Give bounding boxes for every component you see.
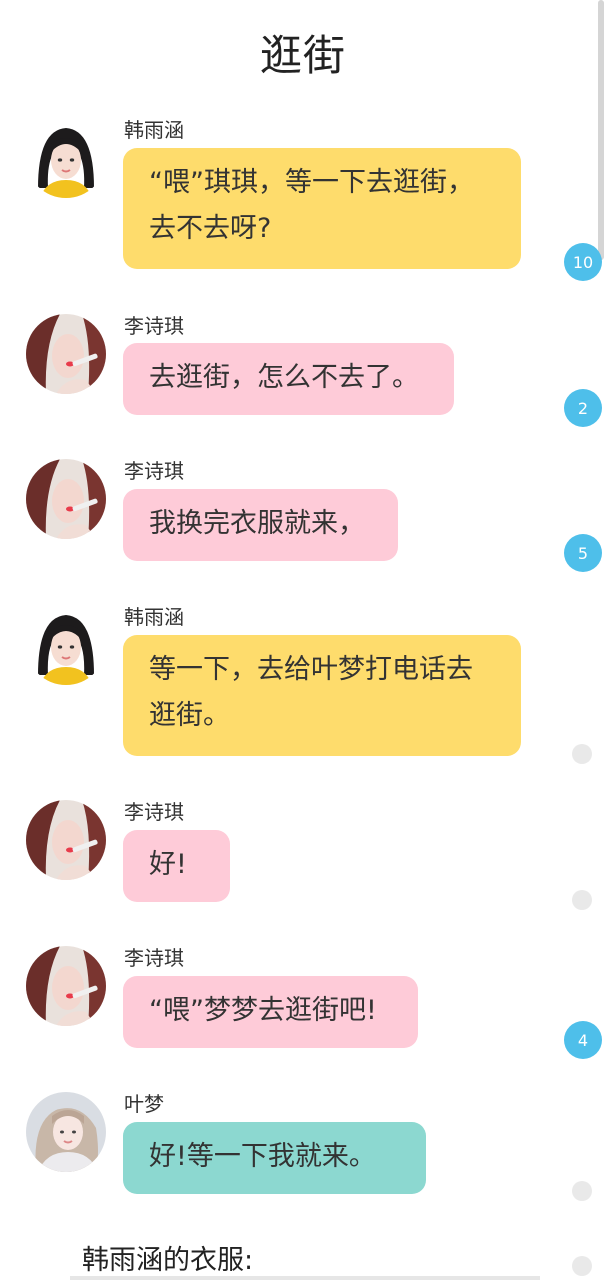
message-bubble[interactable]: “喂”梦梦去逛街吧! [123,976,418,1048]
unread-count-badge[interactable]: 2 [564,389,602,427]
sender-name: 韩雨涵 [124,605,184,629]
page-title: 逛街 [259,31,346,80]
unread-count-badge[interactable]: 5 [564,534,602,572]
message-line: 去逛街，怎么不去了。 [149,362,419,393]
avatar-lishiqi[interactable] [26,314,106,394]
avatar-lishiqi[interactable] [26,946,106,1026]
message-line: 逛街。 [149,700,230,731]
chat-page: 逛街 韩雨涵 “喂”琪琪，等一下去逛街， 去不去呀? 10 李诗琪 去逛街，怎么… [0,0,606,1280]
sender-name: 韩雨涵 [124,118,184,142]
message-bubble[interactable]: 好! [123,830,230,902]
sender-name: 叶梦 [124,1092,164,1116]
message-line: 好! [149,849,187,880]
message-line: “喂”琪琪，等一下去逛街， [149,167,474,198]
divider [70,1276,540,1280]
message-line: 我换完衣服就来， [149,508,365,539]
message-bubble[interactable]: 等一下，去给叶梦打电话去 逛街。 [123,635,521,756]
avatar-lishiqi[interactable] [26,800,106,880]
sender-name: 李诗琪 [124,459,184,483]
unread-dot[interactable] [572,1181,592,1201]
avatar-hanyuhan[interactable] [26,118,106,198]
unread-dot[interactable] [572,744,592,764]
unread-dot[interactable] [572,1256,592,1276]
sender-name: 李诗琪 [124,800,184,824]
message-line: 等一下，去给叶梦打电话去 [149,654,473,685]
message-line: 去不去呀? [149,213,272,244]
scrollbar[interactable] [598,0,604,260]
unread-count-badge[interactable]: 4 [564,1021,602,1059]
unread-count-badge[interactable]: 10 [564,243,602,281]
message-line: “喂”梦梦去逛街吧! [149,995,377,1026]
section-title: 韩雨涵的衣服: [82,1245,254,1276]
avatar-hanyuhan[interactable] [26,605,106,685]
message-bubble[interactable]: 去逛街，怎么不去了。 [123,343,454,415]
sender-name: 李诗琪 [124,946,184,970]
avatar-yemeng[interactable] [26,1092,106,1172]
message-bubble[interactable]: “喂”琪琪，等一下去逛街， 去不去呀? [123,148,521,269]
message-line: 好!等一下我就来。 [149,1141,376,1172]
message-bubble[interactable]: 我换完衣服就来， [123,489,398,561]
sender-name: 李诗琪 [124,314,184,338]
message-bubble[interactable]: 好!等一下我就来。 [123,1122,426,1194]
unread-dot[interactable] [572,890,592,910]
avatar-lishiqi[interactable] [26,459,106,539]
